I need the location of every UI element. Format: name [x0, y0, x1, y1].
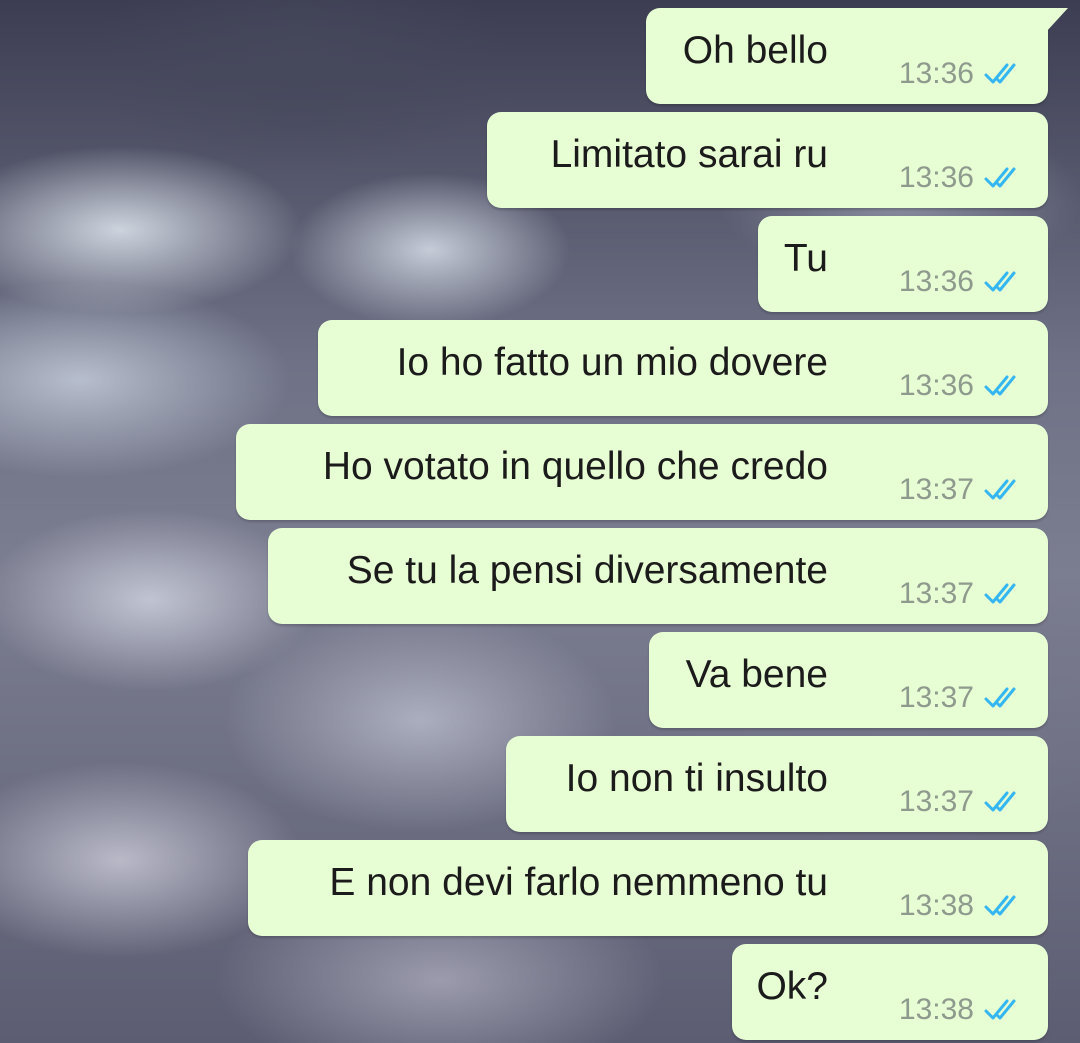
message-time: 13:38 — [898, 993, 974, 1026]
message-meta: 13:38 — [899, 990, 1026, 1030]
message-time: 13:36 — [898, 265, 974, 298]
outgoing-message[interactable]: Io non ti insulto 13:37 — [506, 736, 1048, 832]
double-check-read-icon — [984, 687, 1016, 708]
message-text: Ho votato in quello che credo — [322, 445, 828, 488]
message-time: 13:37 — [898, 785, 974, 818]
message-time: 13:38 — [898, 889, 974, 922]
message-time: 13:37 — [898, 681, 974, 714]
message-text: Limitato sarai ru — [550, 133, 828, 176]
message-text: Tu — [783, 237, 828, 280]
double-check-read-icon — [984, 479, 1016, 500]
double-check-read-icon — [984, 895, 1016, 916]
double-check-read-icon — [984, 999, 1016, 1020]
message-meta: 13:36 — [899, 54, 1026, 94]
message-meta: 13:38 — [899, 886, 1026, 926]
message-time: 13:37 — [898, 473, 974, 506]
message-meta: 13:36 — [899, 158, 1026, 198]
message-time: 13:36 — [898, 57, 974, 90]
double-check-read-icon — [984, 375, 1016, 396]
outgoing-message[interactable]: Va bene 13:37 — [649, 632, 1048, 728]
message-meta: 13:36 — [899, 262, 1026, 302]
message-text: Io ho fatto un mio dovere — [396, 341, 828, 384]
message-time: 13:36 — [898, 161, 974, 194]
message-time: 13:36 — [898, 369, 974, 402]
message-text: Io non ti insulto — [565, 757, 828, 800]
double-check-read-icon — [984, 271, 1016, 292]
outgoing-message[interactable]: Io ho fatto un mio dovere 13:36 — [318, 320, 1048, 416]
message-text: E non devi farlo nemmeno tu — [329, 861, 828, 904]
outgoing-message[interactable]: Ho votato in quello che credo 13:37 — [236, 424, 1048, 520]
message-text: Ok? — [756, 965, 828, 1008]
double-check-read-icon — [984, 63, 1016, 84]
message-text: Se tu la pensi diversamente — [346, 549, 828, 592]
outgoing-message[interactable]: Se tu la pensi diversamente 13:37 — [268, 528, 1048, 624]
double-check-read-icon — [984, 167, 1016, 188]
message-meta: 13:37 — [899, 678, 1026, 718]
message-list[interactable]: Oh bello 13:36 Limitato sarai ru 13:36 T… — [0, 0, 1080, 1043]
double-check-read-icon — [984, 791, 1016, 812]
outgoing-message[interactable]: Ok? 13:38 — [732, 944, 1048, 1040]
double-check-read-icon — [984, 583, 1016, 604]
message-meta: 13:37 — [899, 782, 1026, 822]
message-meta: 13:36 — [899, 366, 1026, 406]
message-meta: 13:37 — [899, 574, 1026, 614]
outgoing-message[interactable]: Oh bello 13:36 — [646, 8, 1068, 104]
message-time: 13:37 — [898, 577, 974, 610]
message-text: Va bene — [685, 653, 828, 696]
outgoing-message[interactable]: Tu 13:36 — [758, 216, 1048, 312]
message-text: Oh bello — [682, 29, 828, 72]
message-meta: 13:37 — [899, 470, 1026, 510]
outgoing-message[interactable]: E non devi farlo nemmeno tu 13:38 — [248, 840, 1048, 936]
outgoing-message[interactable]: Limitato sarai ru 13:36 — [487, 112, 1048, 208]
